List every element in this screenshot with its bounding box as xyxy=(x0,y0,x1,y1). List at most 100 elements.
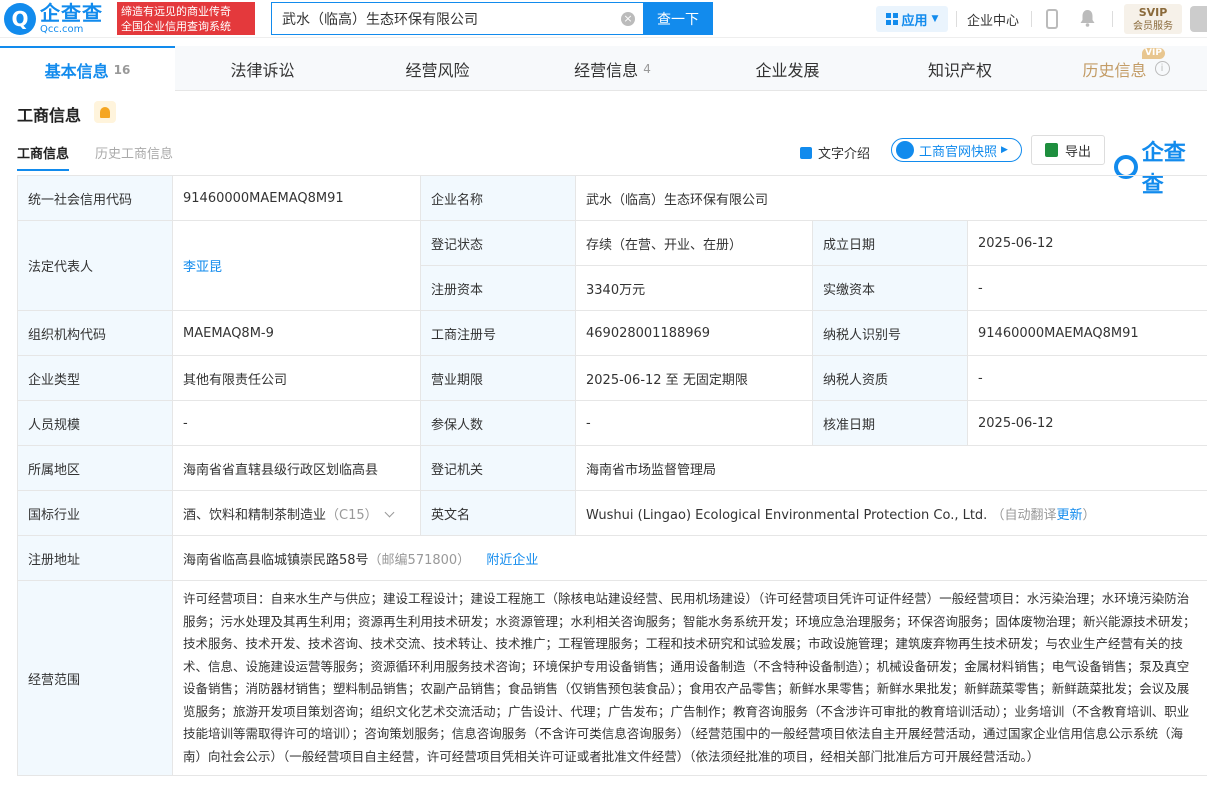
tab-history[interactable]: 历史信息 i xyxy=(1045,46,1207,91)
industry-cell[interactable]: 酒、饮料和精制茶制造业（C15） xyxy=(172,490,421,536)
tab-risk[interactable]: 经营风险 xyxy=(350,46,525,91)
reg-authority-value: 海南省市场监督管理局 xyxy=(575,445,1207,491)
reg-capital-value: 3340万元 xyxy=(575,265,813,311)
address-label: 注册地址 xyxy=(17,535,173,581)
biz-term-label: 营业期限 xyxy=(420,355,576,401)
section-title: 工商信息 xyxy=(17,106,82,125)
industry-label: 国标行业 xyxy=(17,490,173,536)
slogan-banner: 缔造有远见的商业传奇 全国企业信用查询系统 xyxy=(117,2,255,35)
table-row: 企业类型 其他有限责任公司 营业期限 2025-06-12 至 无固定期限 纳税… xyxy=(17,355,1207,401)
qcc-logo[interactable]: Q 企查查 Qcc.com xyxy=(4,3,103,35)
logo-en-text: Qcc.com xyxy=(40,24,84,35)
svip-member-button[interactable]: SVIP 会员服务 xyxy=(1124,4,1182,34)
table-row: 人员规模 - 参保人数 - 核准日期 2025-06-12 xyxy=(17,400,1207,446)
reg-authority-label: 登记机关 xyxy=(420,445,576,491)
slogan-line-1: 缔造有远见的商业传奇 xyxy=(121,5,231,18)
update-translation-link[interactable]: 更新 xyxy=(1056,508,1082,523)
snapshot-icon xyxy=(896,141,914,159)
table-row: 注册地址 海南省临高县临城镇崇民路58号（邮编571800） 附近企业 xyxy=(17,535,1207,581)
insured-value: - xyxy=(575,400,813,446)
company-name-label: 企业名称 xyxy=(420,175,576,221)
legal-rep-label: 法定代表人 xyxy=(17,220,173,311)
mobile-app-icon[interactable] xyxy=(1046,9,1058,29)
arrow-right-icon: ▶ xyxy=(1001,145,1008,155)
tab-basic-info[interactable]: 基本信息 16 xyxy=(0,46,175,91)
legal-rep-link[interactable]: 李亚昆 xyxy=(183,260,222,275)
tab-label: 知识产权 xyxy=(927,60,992,80)
english-name-value: Wushui (Lingao) Ecological Environmental… xyxy=(586,507,988,523)
industry-code: （C15） xyxy=(326,507,378,523)
enterprise-center-link[interactable]: 企业中心 xyxy=(967,10,1019,29)
search-input-value: 武水（临高）生态环保有限公司 xyxy=(282,11,478,28)
org-code-label: 组织机构代码 xyxy=(17,310,173,356)
table-row: 统一社会信用代码 91460000MAEMAQ8M91 企业名称 武水（临高）生… xyxy=(17,175,1207,221)
tab-label: 经营信息 xyxy=(574,60,639,80)
table-row: 经营范围 许可经营项目：自来水生产与供应；建设工程设计；建设工程施工（除核电站建… xyxy=(17,580,1207,776)
info-icon[interactable]: i xyxy=(1154,61,1170,76)
est-date-label: 成立日期 xyxy=(812,220,968,266)
subtab-history-business-info[interactable]: 历史工商信息 xyxy=(95,143,173,162)
business-scope-value: 许可经营项目：自来水生产与供应；建设工程设计；建设工程施工（除核电站建设经营、民… xyxy=(172,580,1207,776)
svip-label: SVIP xyxy=(1138,6,1168,19)
apps-button[interactable]: 应用 ▼ xyxy=(876,6,948,32)
biz-reg-no-label: 工商注册号 xyxy=(420,310,576,356)
reg-status-value: 存续（在营、开业、在册） xyxy=(575,220,813,266)
tab-development[interactable]: 企业发展 xyxy=(700,46,875,91)
main-tabs: 基本信息 16 法律诉讼 经营风险 经营信息 4 企业发展 知识产权 历史信息 i xyxy=(0,46,1207,91)
english-name-cell: Wushui (Lingao) Ecological Environmental… xyxy=(575,490,1207,536)
subtab-business-info[interactable]: 工商信息 xyxy=(17,143,70,171)
monitor-bell-icon[interactable] xyxy=(94,101,116,123)
approval-date-label: 核准日期 xyxy=(812,400,968,446)
credit-code-value: 91460000MAEMAQ8M91 xyxy=(172,175,421,221)
tab-label: 历史信息 xyxy=(1082,60,1147,80)
clear-icon[interactable]: × xyxy=(621,12,635,26)
text-intro-button[interactable]: 文字介绍 xyxy=(800,143,870,162)
taxpayer-qual-value: - xyxy=(967,355,1207,401)
excel-icon xyxy=(1044,143,1058,157)
industry-value: 酒、饮料和精制茶制造业 xyxy=(183,507,327,523)
table-row: 法定代表人 李亚昆 登记状态 存续（在营、开业、在册） 成立日期 2025-06… xyxy=(17,220,1207,311)
biz-reg-no-value: 469028001188969 xyxy=(575,310,813,356)
apps-grid-icon xyxy=(885,13,898,25)
company-name-value: 武水（临高）生态环保有限公司 xyxy=(575,175,1207,221)
nearby-companies-link[interactable]: 附近企业 xyxy=(486,553,538,568)
text-intro-label: 文字介绍 xyxy=(818,147,871,162)
official-snapshot-button[interactable]: 工商官网快照 ▶ xyxy=(891,138,1022,162)
tab-count: 16 xyxy=(113,62,131,77)
reg-status-label: 登记状态 xyxy=(420,220,576,266)
logo-cn-text: 企查查 xyxy=(40,1,103,25)
svip-sub-label: 会员服务 xyxy=(1133,21,1173,32)
paid-capital-label: 实缴资本 xyxy=(812,265,968,311)
tab-label: 企业发展 xyxy=(755,60,820,80)
user-avatar[interactable] xyxy=(1190,6,1207,32)
tab-label: 基本信息 xyxy=(44,61,109,81)
taxpayer-id-value: 91460000MAEMAQ8M91 xyxy=(967,310,1207,356)
qcc-logo-icon: Q xyxy=(4,3,36,35)
approval-date-value: 2025-06-12 xyxy=(967,400,1207,446)
region-label: 所属地区 xyxy=(17,445,173,491)
search-button[interactable]: 查一下 xyxy=(643,2,713,35)
chevron-down-icon[interactable] xyxy=(384,507,395,517)
table-row: 国标行业 酒、饮料和精制茶制造业（C15） 英文名 Wushui (Lingao… xyxy=(17,490,1207,536)
region-value: 海南省省直辖县级行政区划临高县 xyxy=(172,445,421,491)
reg-capital-label: 注册资本 xyxy=(420,265,576,311)
staff-size-value: - xyxy=(172,400,421,446)
insured-label: 参保人数 xyxy=(420,400,576,446)
ent-type-value: 其他有限责任公司 xyxy=(172,355,421,401)
taxpayer-qual-label: 纳税人资质 xyxy=(812,355,968,401)
tab-ip[interactable]: 知识产权 xyxy=(875,46,1045,91)
legal-rep-cell: 李亚昆 xyxy=(172,220,421,311)
tab-operation[interactable]: 经营信息 4 xyxy=(525,46,700,91)
postcode: （邮编571800） xyxy=(368,552,471,568)
notification-bell-icon[interactable] xyxy=(1079,9,1096,27)
top-bar: Q 企查查 Qcc.com 缔造有远见的商业传奇 全国企业信用查询系统 武水（临… xyxy=(0,0,1207,38)
divider xyxy=(1031,11,1032,27)
export-button[interactable]: 导出 xyxy=(1031,135,1105,165)
tab-legal[interactable]: 法律诉讼 xyxy=(175,46,350,91)
tab-label: 经营风险 xyxy=(405,60,470,80)
scope-label: 经营范围 xyxy=(17,580,173,776)
tab-label: 法律诉讼 xyxy=(230,60,295,80)
address-cell: 海南省临高县临城镇崇民路58号（邮编571800） 附近企业 xyxy=(172,535,1207,581)
search-input[interactable]: 武水（临高）生态环保有限公司 × xyxy=(271,2,643,35)
est-date-value: 2025-06-12 xyxy=(967,220,1207,266)
